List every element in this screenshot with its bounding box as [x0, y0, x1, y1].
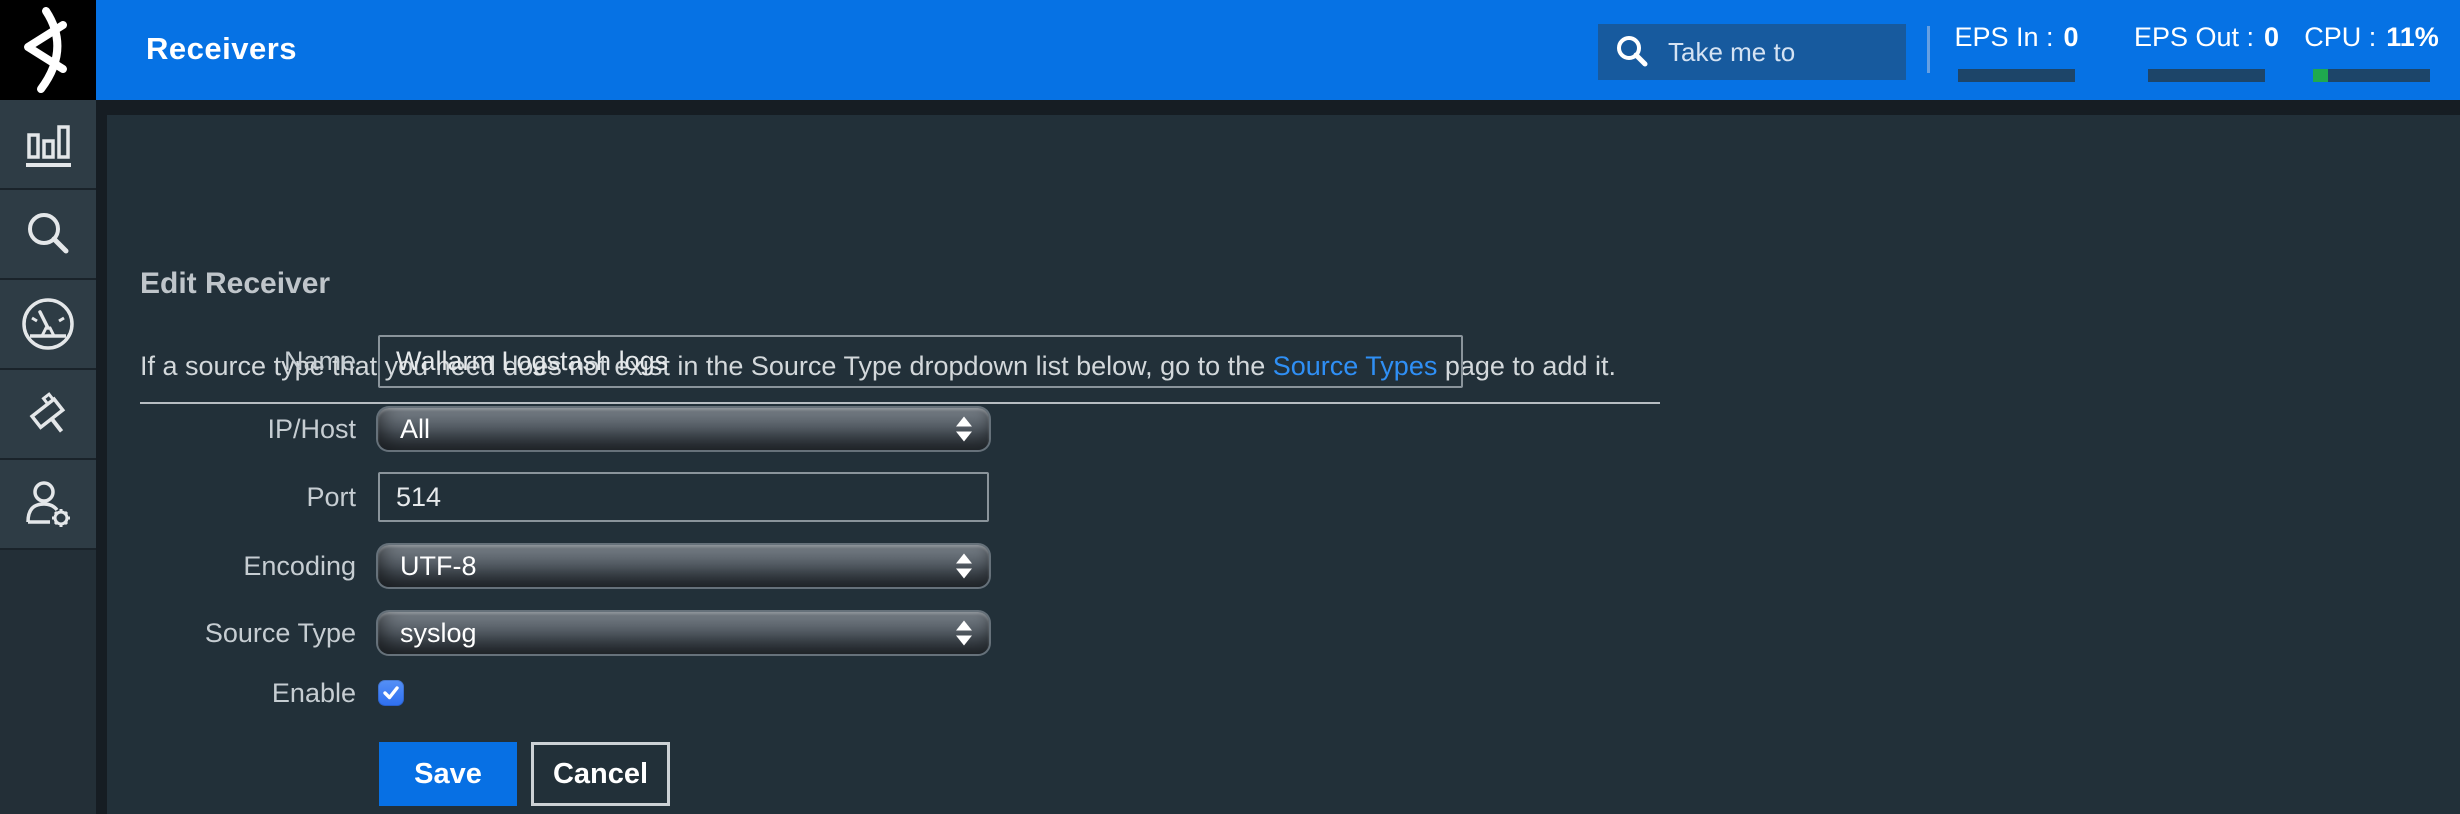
eps-in-label: EPS In :	[1954, 22, 2053, 52]
eps-in-value: 0	[2064, 22, 2079, 52]
cpu-value: 11%	[2386, 22, 2439, 52]
eps-out-bar	[2148, 69, 2265, 82]
search-input[interactable]	[1666, 36, 1880, 69]
encoding-label: Encoding	[107, 551, 378, 582]
arcsight-logo[interactable]	[0, 0, 96, 100]
name-input[interactable]	[378, 335, 1463, 388]
sidebar-item-monitoring[interactable]	[0, 280, 96, 370]
source-type-label: Source Type	[107, 618, 378, 649]
cpu-meter: CPU :11%	[2313, 0, 2430, 100]
sidebar-item-configuration[interactable]	[0, 370, 96, 460]
select-arrows-icon	[956, 554, 972, 579]
gauge-icon	[20, 296, 76, 352]
eps-out-meter: EPS Out :0	[2148, 0, 2265, 100]
search-icon	[1614, 34, 1650, 70]
edit-receiver-panel: Edit Receiver If a source type that you …	[107, 115, 2460, 814]
page-title: Receivers	[146, 31, 297, 67]
select-arrows-icon	[956, 417, 972, 442]
sidebar-nav	[0, 100, 96, 814]
take-me-to-search[interactable]	[1598, 24, 1906, 80]
select-arrows-icon	[956, 621, 972, 646]
sidebar-item-search[interactable]	[0, 190, 96, 280]
intro-divider	[140, 402, 1660, 404]
enable-label: Enable	[107, 678, 378, 709]
eps-out-value: 0	[2264, 22, 2279, 52]
name-label: Name	[107, 346, 378, 377]
enable-checkbox[interactable]	[378, 680, 404, 706]
source-type-select[interactable]: syslog	[378, 612, 989, 654]
topbar-divider	[1927, 26, 1930, 73]
sidebar-item-dashboards[interactable]	[0, 100, 96, 190]
gavel-icon	[20, 386, 76, 442]
user-gear-icon	[20, 476, 76, 532]
port-input[interactable]	[378, 472, 989, 522]
eps-in-meter: EPS In :0	[1958, 0, 2075, 100]
top-bar: Receivers EPS In :0 EPS Out :0 CPU :11%	[96, 0, 2460, 100]
checkmark-icon	[382, 684, 400, 702]
app-window: Receivers EPS In :0 EPS Out :0 CPU :11%	[0, 0, 2460, 814]
eps-in-bar	[1958, 69, 2075, 82]
cpu-label: CPU :	[2304, 22, 2376, 52]
sidebar-item-admin[interactable]	[0, 460, 96, 550]
bar-chart-icon	[21, 117, 75, 171]
ip-host-select[interactable]: All	[378, 408, 989, 450]
ip-host-label: IP/Host	[107, 414, 378, 445]
eps-out-label: EPS Out :	[2134, 22, 2254, 52]
cancel-button[interactable]: Cancel	[531, 742, 670, 806]
port-label: Port	[107, 482, 378, 513]
panel-title: Edit Receiver	[140, 267, 330, 301]
search-icon	[21, 207, 75, 261]
save-button[interactable]: Save	[379, 742, 517, 806]
cpu-bar	[2313, 69, 2430, 82]
encoding-select[interactable]: UTF-8	[378, 545, 989, 587]
arcsight-logo-icon	[13, 7, 83, 93]
